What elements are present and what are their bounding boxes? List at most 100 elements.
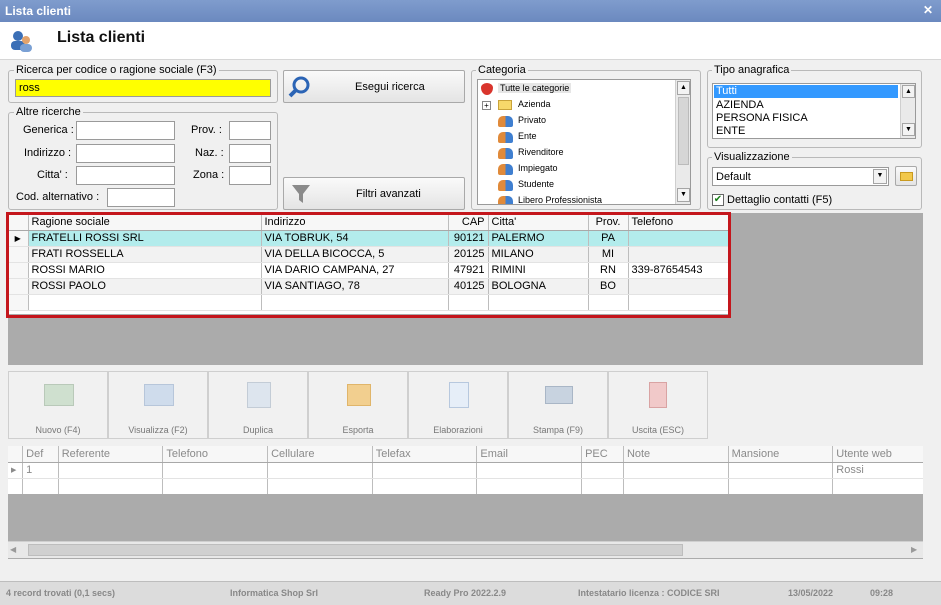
- status-company: Informatica Shop Srl: [230, 588, 319, 598]
- new-button[interactable]: Nuovo (F4): [8, 371, 108, 439]
- row-indicator-header: [8, 446, 24, 463]
- highlight-frame: [6, 212, 731, 318]
- category-item-libero[interactable]: Libero Professionista: [518, 195, 602, 204]
- column-header[interactable]: Email: [476, 446, 583, 463]
- cell-utente[interactable]: Rossi: [832, 462, 923, 479]
- search-input-value: ross: [19, 82, 40, 94]
- people-icon: [498, 132, 513, 143]
- codalt-input[interactable]: [107, 188, 175, 207]
- type-scrollbar[interactable]: ▲ ▼: [900, 84, 915, 138]
- scroll-left-icon[interactable]: ◀: [10, 545, 16, 554]
- scroll-down-icon[interactable]: ▼: [902, 123, 915, 136]
- contacts-table: Def Referente Telefono Cellulare Telefax…: [8, 446, 923, 494]
- processing-button[interactable]: Elaborazioni: [408, 371, 508, 439]
- table-row[interactable]: ▶ 1 Rossi: [8, 462, 923, 479]
- run-search-button[interactable]: Esegui ricerca: [283, 70, 465, 103]
- details-checkbox[interactable]: ✔: [712, 194, 724, 206]
- naz-input[interactable]: [229, 144, 271, 163]
- contacts-grid[interactable]: Def Referente Telefono Cellulare Telefax…: [8, 446, 923, 494]
- advanced-filters-button[interactable]: Filtri avanzati: [283, 177, 465, 210]
- table-row-empty: [8, 478, 923, 494]
- zona-input[interactable]: [229, 166, 271, 185]
- type-item-ente[interactable]: ENTE: [716, 125, 745, 137]
- cell-def[interactable]: 1: [22, 462, 59, 479]
- type-item-persona[interactable]: PERSONA FISICA: [716, 112, 808, 124]
- scroll-right-icon[interactable]: ▶: [911, 545, 917, 554]
- search-label: Ricerca per codice o ragione sociale (F3…: [14, 64, 219, 76]
- status-records: 4 record trovati (0,1 secs): [6, 588, 116, 598]
- category-item-impiegato[interactable]: Impiegato: [518, 163, 558, 173]
- scroll-down-icon[interactable]: ▼: [677, 188, 690, 202]
- print-button-label: Stampa (F9): [532, 425, 583, 435]
- exit-button-label: Uscita (ESC): [631, 425, 684, 435]
- type-item-tutti[interactable]: Tutti: [714, 85, 898, 98]
- category-item-privato[interactable]: Privato: [518, 115, 546, 125]
- scroll-thumb[interactable]: [28, 544, 683, 556]
- people-icon: [498, 180, 513, 191]
- print-button[interactable]: Stampa (F9): [508, 371, 608, 439]
- chevron-down-icon[interactable]: ▼: [873, 169, 887, 184]
- row-indicator-icon: ▶: [8, 462, 24, 479]
- expand-icon[interactable]: +: [482, 101, 491, 110]
- category-scrollbar[interactable]: ▲ ▼: [675, 80, 690, 204]
- indirizzo-label: Indirizzo :: [24, 147, 72, 159]
- close-icon: ✕: [922, 3, 934, 17]
- strawberry-icon: [481, 83, 493, 95]
- status-license: Intestatario licenza : CODICE SRI: [578, 588, 720, 598]
- prov-input[interactable]: [229, 121, 271, 140]
- view-label: Visualizzazione: [712, 151, 792, 163]
- category-item-ente[interactable]: Ente: [518, 131, 537, 141]
- users-icon: [8, 28, 34, 54]
- generica-label: Generica :: [23, 124, 74, 136]
- status-product: Ready Pro 2022.2.9: [424, 588, 507, 598]
- column-header[interactable]: Referente: [58, 446, 164, 463]
- export-icon: [347, 384, 371, 406]
- horizontal-scrollbar[interactable]: ◀ ▶: [8, 541, 923, 558]
- indirizzo-input[interactable]: [76, 144, 175, 163]
- column-header[interactable]: Note: [623, 446, 729, 463]
- other-search-label: Altre ricerche: [14, 106, 83, 118]
- category-tree[interactable]: Tutte le categorie + Azienda Privato Ent…: [477, 79, 691, 205]
- search-input[interactable]: ross: [15, 79, 271, 97]
- citta-input[interactable]: [76, 166, 175, 185]
- view-record-icon: [144, 384, 174, 406]
- details-checkbox-label[interactable]: Dettaglio contatti (F5): [727, 194, 832, 206]
- category-item-studente[interactable]: Studente: [518, 179, 554, 189]
- folder-icon: [900, 172, 913, 181]
- view-select[interactable]: Default ▼: [712, 167, 889, 186]
- scroll-up-icon[interactable]: ▲: [902, 85, 915, 98]
- view-button[interactable]: Visualizza (F2): [108, 371, 208, 439]
- column-header[interactable]: Mansione: [728, 446, 834, 463]
- category-item-rivenditore[interactable]: Rivenditore: [518, 147, 564, 157]
- window-titlebar: Lista clienti: [0, 0, 941, 22]
- exit-door-icon: [649, 382, 667, 408]
- window-title: Lista clienti: [5, 4, 72, 18]
- view-button-label: Visualizza (F2): [128, 425, 188, 435]
- close-button[interactable]: ✕: [921, 3, 935, 17]
- open-folder-button[interactable]: [895, 166, 917, 186]
- exit-button[interactable]: Uscita (ESC): [608, 371, 708, 439]
- duplicate-button[interactable]: Duplica: [208, 371, 308, 439]
- naz-label: Naz. :: [195, 147, 224, 159]
- generica-input[interactable]: [76, 121, 175, 140]
- export-button-label: Esporta: [342, 425, 374, 435]
- column-header[interactable]: Telefax: [372, 446, 478, 463]
- scroll-up-icon[interactable]: ▲: [677, 81, 690, 95]
- category-label: Categoria: [476, 64, 528, 76]
- column-header[interactable]: Cellulare: [267, 446, 373, 463]
- citta-label: Citta' :: [37, 169, 68, 181]
- people-icon: [498, 164, 513, 175]
- column-header[interactable]: Telefono: [162, 446, 269, 463]
- column-header[interactable]: Def: [22, 446, 59, 463]
- category-item-azienda[interactable]: Azienda: [518, 99, 551, 109]
- export-button[interactable]: Esporta: [308, 371, 408, 439]
- view-select-value: Default: [716, 171, 751, 183]
- duplicate-icon: [247, 382, 271, 408]
- funnel-icon: [290, 183, 312, 208]
- scroll-thumb[interactable]: [678, 97, 689, 165]
- column-header[interactable]: Utente web: [832, 446, 923, 463]
- type-item-azienda[interactable]: AZIENDA: [716, 99, 764, 111]
- category-item-all[interactable]: Tutte le categorie: [498, 83, 572, 93]
- type-list[interactable]: Tutti AZIENDA PERSONA FISICA ENTE ▲ ▼: [712, 83, 916, 139]
- column-header[interactable]: PEC: [581, 446, 624, 463]
